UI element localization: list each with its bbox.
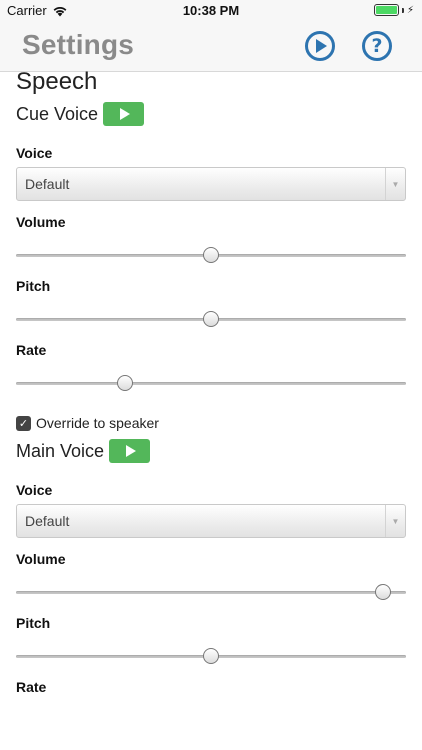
charging-bolt-icon: ⚡ (406, 4, 414, 16)
help-circle-icon[interactable]: ? (362, 31, 392, 61)
page-title: Settings (22, 29, 135, 60)
main-voice-title: Main Voice (16, 440, 105, 461)
main-voice-select[interactable]: Default ▼ (16, 504, 406, 538)
main-voice-play-button[interactable] (109, 439, 151, 463)
chevron-down-icon: ▼ (385, 505, 405, 537)
cue-voice-play-button[interactable] (103, 102, 145, 126)
settings-content: Speech Cue Voice Voice Default ▼ Volume … (16, 68, 406, 696)
play-circle-icon[interactable] (305, 31, 335, 61)
battery-tip (401, 7, 404, 13)
main-volume-label: Volume (16, 551, 66, 567)
section-title: Speech (16, 68, 98, 95)
cue-pitch-label: Pitch (16, 278, 51, 294)
main-voice-header: Main Voice (16, 433, 406, 469)
battery-fill (375, 6, 397, 14)
cue-voice-label: Voice (16, 145, 53, 161)
cue-voice-header: Cue Voice (16, 96, 406, 132)
cue-rate-slider[interactable] (16, 373, 406, 393)
main-volume-slider[interactable] (16, 582, 406, 602)
override-speaker-label: Override to speaker (36, 415, 159, 431)
override-speaker-checkbox[interactable]: ✓ (16, 415, 31, 431)
slider-thumb[interactable] (117, 375, 134, 391)
cue-rate-label: Rate (16, 342, 47, 358)
slider-track (16, 382, 406, 385)
slider-thumb[interactable] (203, 311, 219, 327)
cue-volume-slider[interactable] (16, 245, 406, 265)
battery-icon (373, 4, 399, 16)
status-time: 10:38 PM (182, 3, 240, 18)
play-icon (119, 108, 130, 120)
cue-voice-title: Cue Voice (16, 103, 99, 124)
main-voice-select-value: Default (25, 513, 70, 529)
status-right: ⚡ (373, 4, 414, 16)
slider-thumb[interactable] (203, 648, 219, 664)
play-icon (125, 445, 136, 457)
main-pitch-label: Pitch (16, 615, 51, 631)
main-rate-label: Rate (16, 679, 47, 695)
status-bar: Carrier 10:38 PM ⚡ (0, 0, 422, 22)
main-voice-label: Voice (16, 482, 53, 498)
slider-track (16, 591, 406, 594)
play-triangle (316, 39, 327, 53)
cue-voice-select-value: Default (25, 176, 70, 192)
main-pitch-slider[interactable] (16, 646, 406, 666)
nav-bar: Settings ? (0, 22, 422, 72)
cue-pitch-slider[interactable] (16, 309, 406, 329)
slider-thumb[interactable] (203, 247, 219, 263)
cue-volume-label: Volume (16, 214, 66, 230)
chevron-down-icon: ▼ (385, 168, 405, 200)
slider-thumb[interactable] (374, 584, 391, 600)
cue-voice-select[interactable]: Default ▼ (16, 167, 406, 201)
override-speaker-checkbox-row[interactable]: ✓ Override to speaker (16, 413, 406, 433)
